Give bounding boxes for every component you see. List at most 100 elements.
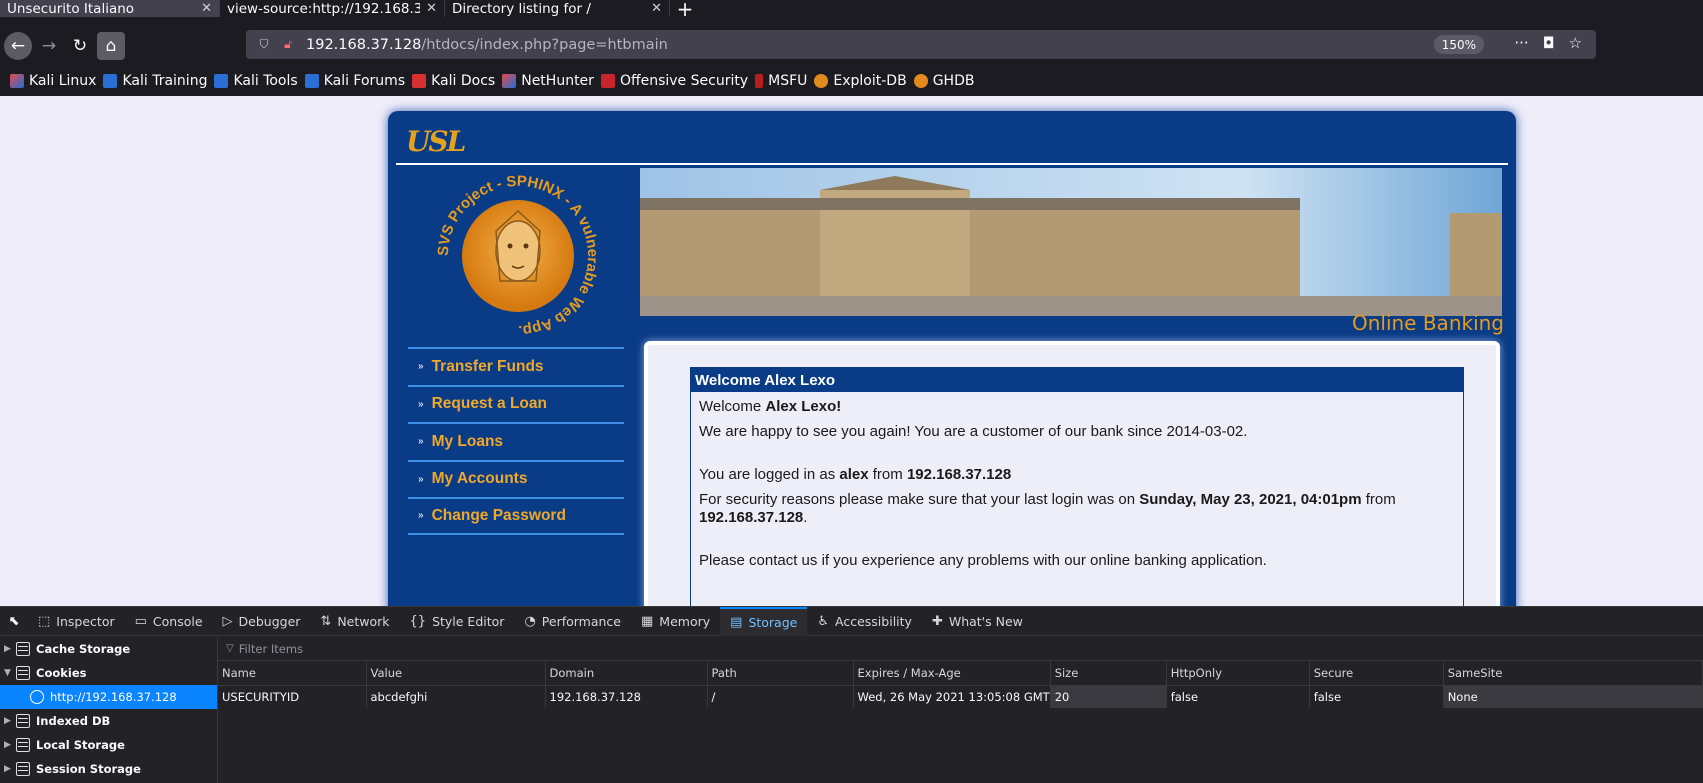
cookie-size-cell[interactable]: 20 [1050,685,1167,708]
cookie-path-cell[interactable]: / [707,685,854,708]
browser-tab-1[interactable]: Unsecurito Italiano ✕ [0,0,220,17]
tab-title: Directory listing for / [452,0,591,17]
tab-debugger[interactable]: ▷ Debugger [213,607,311,636]
menu-request-loan[interactable]: » Request a Loan [408,384,624,423]
kali-docs-icon [412,74,427,88]
table-header-row: Name Value Domain Path Expires / Max-Age… [218,661,1703,686]
home-button[interactable]: ⌂ [97,32,125,60]
sidebar-item-cookie-host[interactable]: http://192.168.37.128 [0,685,217,709]
chevron-right-icon[interactable]: ▶ [4,764,16,774]
menu-my-accounts[interactable]: » My Accounts [408,459,624,498]
sidebar-item-session-storage[interactable]: ▶ Session Storage [0,757,217,781]
double-chevron-icon: » [418,398,424,410]
bookmark-ghdb[interactable]: GHDB [913,73,974,89]
reload-button[interactable]: ↻ [66,32,94,60]
bookmark-offensive-security[interactable]: Offensive Security [600,73,748,89]
web-page: USL SVS Project - SPHINX - A vulnerable … [0,96,1703,606]
url-bar[interactable]: ⛉ 🔓︎ 192.168.37.128/htdocs/index.php?pag… [246,30,1596,59]
style-editor-icon: {} [409,613,427,629]
online-banking-label: Online Banking [1351,311,1504,335]
tab-accessibility[interactable]: ♿ Accessibility [807,607,922,636]
table-row[interactable]: USECURITYID abcdefghi 192.168.37.128 / W… [218,685,1703,708]
back-button[interactable]: ← [4,32,32,60]
welcome-box-title: Welcome Alex Lexo [691,368,1463,392]
database-icon [16,642,30,656]
column-header-path[interactable]: Path [707,661,854,686]
tab-network[interactable]: ⇅ Network [310,607,399,636]
gift-icon: ✚ [931,613,943,629]
sidebar-item-cache-storage[interactable]: ▶ Cache Storage [0,637,217,661]
tab-performance[interactable]: ◔ Performance [514,607,631,636]
customer-since-line: We are happy to see you again! You are a… [699,423,1248,440]
tab-console[interactable]: ▭ Console [125,607,213,636]
chevron-down-icon[interactable]: ▼ [4,668,16,678]
bookmark-msfu[interactable]: MSFU [755,73,807,89]
sidebar-item-cookies[interactable]: ▼ Cookies [0,661,217,685]
bookmark-kali-docs[interactable]: Kali Docs [412,73,495,89]
element-picker-icon[interactable]: ⬉ [0,607,28,636]
tracking-shield-icon[interactable]: ⛉ [256,37,272,53]
globe-icon [30,690,44,704]
sidebar-item-indexed-db[interactable]: ▶ Indexed DB [0,709,217,733]
column-header-secure[interactable]: Secure [1309,661,1444,686]
zoom-indicator[interactable]: 150% [1433,35,1484,54]
close-icon[interactable]: ✕ [426,1,437,16]
insecure-lock-icon[interactable]: 🔓︎ [280,37,296,53]
browser-tab-3[interactable]: Directory listing for / ✕ [445,0,670,17]
column-header-httponly[interactable]: HttpOnly [1166,661,1310,686]
page-actions-icon[interactable]: ··· [1514,34,1528,52]
bookmark-kali-tools[interactable]: Kali Tools [214,73,298,89]
cookie-secure-cell[interactable]: false [1309,685,1444,708]
double-chevron-icon: » [418,473,424,485]
logged-in-line: You are logged in as alex from 192.168.3… [699,466,1012,483]
tab-title: Unsecurito Italiano [7,0,135,17]
site-frame: USL SVS Project - SPHINX - A vulnerable … [388,111,1516,606]
column-header-value[interactable]: Value [366,661,546,686]
tab-style-editor[interactable]: {} Style Editor [400,607,515,636]
usl-logo[interactable]: USL [406,125,496,158]
cookie-name-cell[interactable]: USECURITYID [218,685,367,708]
forward-button[interactable]: → [35,32,63,60]
chevron-right-icon[interactable]: ▶ [4,644,16,654]
menu-my-loans[interactable]: » My Loans [408,422,624,460]
filter-items-input[interactable]: ▽ Filter Items [218,637,1703,661]
menu-transfer-funds[interactable]: » Transfer Funds [408,347,624,385]
tab-storage[interactable]: ▤ Storage [720,606,808,636]
tab-memory[interactable]: ▦ Memory [631,607,720,636]
bookmark-kali-linux[interactable]: Kali Linux [10,73,96,89]
column-header-samesite[interactable]: SameSite [1443,661,1703,686]
kali-icon [10,74,24,88]
cookie-expires-cell[interactable]: Wed, 26 May 2021 13:05:08 GMT [853,685,1051,708]
tab-inspector[interactable]: ⬚ Inspector [28,607,125,636]
sidebar-item-local-storage[interactable]: ▶ Local Storage [0,733,217,757]
column-header-size[interactable]: Size [1050,661,1167,686]
debugger-icon: ▷ [222,613,233,629]
double-chevron-icon: » [418,510,424,522]
cookie-httponly-cell[interactable]: false [1166,685,1310,708]
pocket-icon[interactable]: ◘ [1543,34,1555,52]
close-icon[interactable]: ✕ [651,1,662,16]
cookie-domain-cell[interactable]: 192.168.37.128 [545,685,708,708]
sphinx-logo: SVS Project - SPHINX - A vulnerable Web … [435,173,601,339]
url-text[interactable]: 192.168.37.128/htdocs/index.php?page=htb… [306,37,668,53]
tab-whats-new[interactable]: ✚ What's New [922,607,1033,636]
column-header-name[interactable]: Name [218,661,367,686]
chevron-right-icon[interactable]: ▶ [4,716,16,726]
msfu-icon [755,74,764,88]
bookmark-kali-training[interactable]: Kali Training [103,73,207,89]
offensive-security-icon [600,74,615,88]
bookmark-nethunter[interactable]: NetHunter [502,73,594,89]
cookie-value-cell[interactable]: abcdefghi [366,685,546,708]
cookie-samesite-cell[interactable]: None [1443,685,1703,708]
storage-sidebar: ▶ Cache Storage ▼ Cookies http://192.168.3… [0,637,218,783]
bookmark-exploit-db[interactable]: Exploit-DB [814,73,907,89]
browser-tab-2[interactable]: view-source:http://192.168.37.128 ✕ [220,0,445,17]
column-header-expires[interactable]: Expires / Max-Age [853,661,1051,686]
bookmark-star-icon[interactable]: ☆ [1569,34,1582,52]
close-icon[interactable]: ✕ [201,1,212,16]
bookmark-kali-forums[interactable]: Kali Forums [304,73,405,89]
new-tab-button[interactable]: + [670,0,700,21]
column-header-domain[interactable]: Domain [545,661,708,686]
menu-change-password[interactable]: » Change Password [408,497,624,535]
chevron-right-icon[interactable]: ▶ [4,740,16,750]
